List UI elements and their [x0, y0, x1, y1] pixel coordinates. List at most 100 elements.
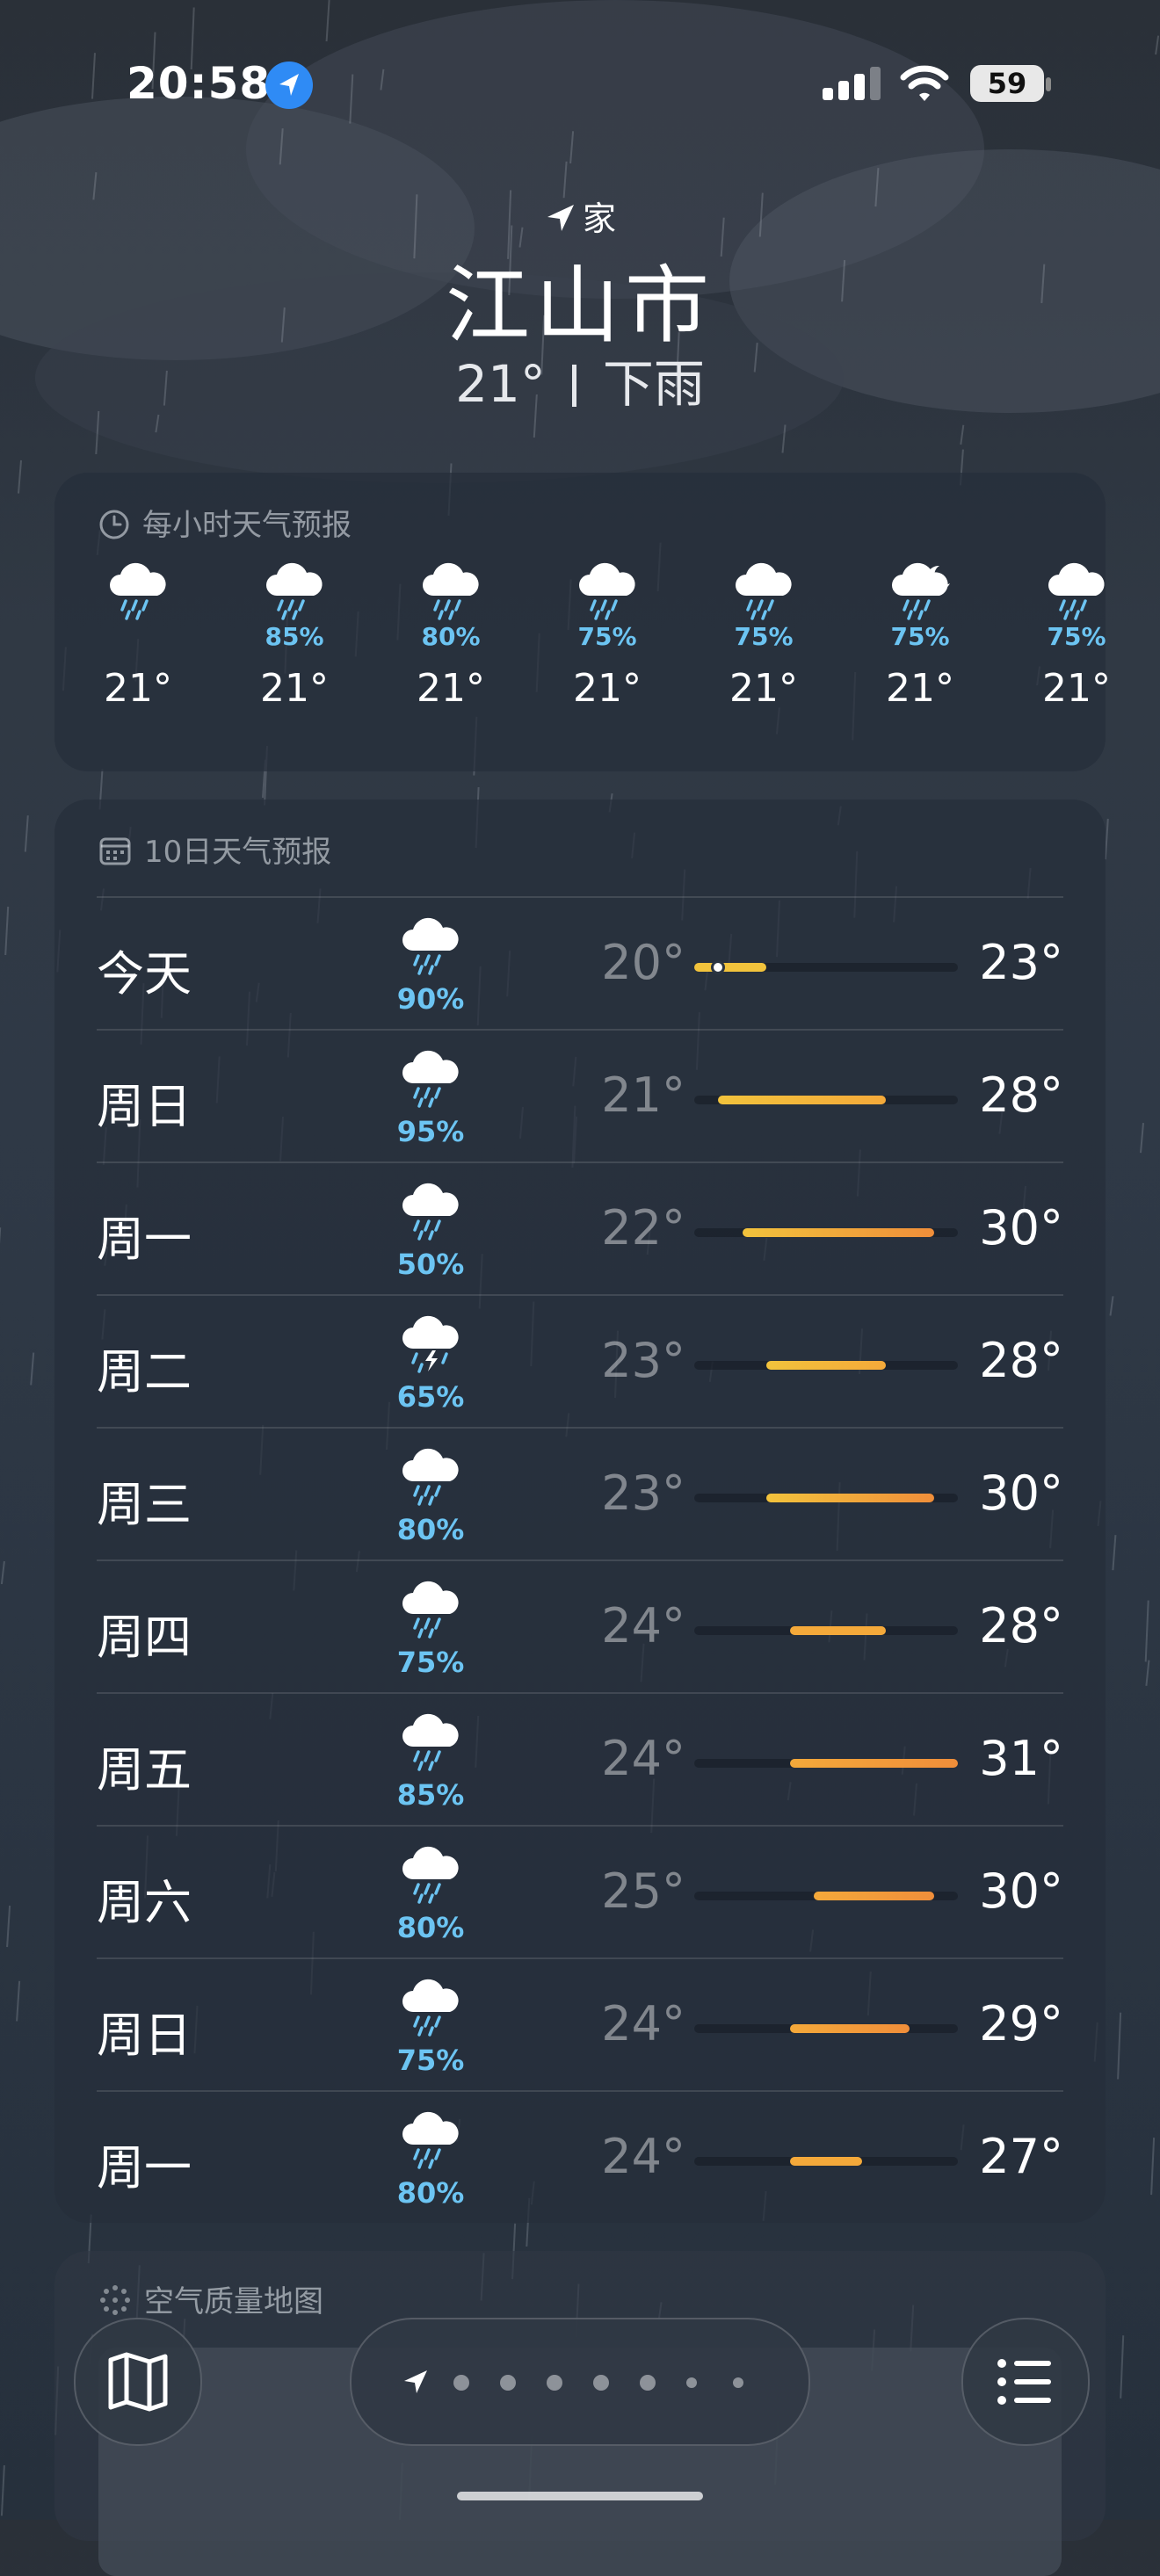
separator — [572, 365, 576, 407]
battery-indicator: 59 — [970, 65, 1044, 102]
hourly-forecast-card[interactable]: 每小时天气预报 21°85%21°80%21°75%21°75%21°75%21… — [54, 473, 1106, 771]
temp-range-bar — [814, 1892, 933, 1900]
temp-range-track — [694, 1494, 958, 1502]
day-low-temp: 24° — [554, 1731, 685, 1786]
day-precip: 65% — [360, 1380, 501, 1414]
temp-range-bar — [766, 1361, 886, 1370]
day-low-temp: 24° — [554, 1598, 685, 1653]
page-dot[interactable] — [500, 2375, 516, 2391]
cloud-rain-icon — [395, 1844, 466, 1906]
day-high-temp: 27° — [923, 2129, 1063, 2184]
temp-range-bar — [718, 1096, 886, 1104]
home-indicator — [457, 2492, 703, 2500]
day-low-temp: 24° — [554, 2129, 685, 2184]
day-low-temp: 21° — [554, 1067, 685, 1123]
daily-row[interactable]: 周二 65% 23° 28° — [97, 1294, 1063, 1429]
daily-row[interactable]: 周一50%22°30° — [97, 1161, 1063, 1296]
hourly-temp: 21° — [90, 666, 186, 711]
status-time: 20:58 — [127, 58, 271, 109]
day-high-temp: 30° — [923, 1863, 1063, 1919]
list-icon — [963, 2319, 1088, 2444]
air-quality-title: 空气质量地图 — [98, 2277, 323, 2320]
temp-range-track — [694, 1626, 958, 1635]
day-precip: 85% — [360, 1778, 501, 1812]
location-arrow-icon — [401, 2367, 431, 2397]
temp-range-bar — [790, 2157, 862, 2166]
daily-row[interactable]: 周四75%24°28° — [97, 1559, 1063, 1694]
page-dot[interactable] — [547, 2375, 562, 2391]
current-temperature: 21° — [455, 354, 546, 414]
cloud-rain-icon — [395, 1579, 466, 1640]
page-dot[interactable] — [733, 2377, 743, 2388]
day-label: 周三 — [97, 1465, 192, 1535]
page-dot[interactable] — [593, 2375, 609, 2391]
cloud-rain-icon — [395, 1711, 466, 1773]
page-dot[interactable] — [453, 2375, 469, 2391]
status-bar: 20:58 59 — [0, 51, 1160, 121]
temp-range-track — [694, 1361, 958, 1370]
daily-forecast-title: 10日天气预报 — [98, 828, 331, 871]
day-precip: 90% — [360, 982, 501, 1016]
daily-row[interactable]: 周五85%24°31° — [97, 1692, 1063, 1827]
city-name: 江山市 — [0, 237, 1160, 359]
page-dot[interactable] — [686, 2377, 697, 2388]
day-label: 周一 — [97, 2129, 192, 2198]
daily-row[interactable]: 今天90%20°23° — [97, 896, 1063, 1031]
temp-range-track — [694, 1892, 958, 1900]
daily-row[interactable]: 周日95%21°28° — [97, 1029, 1063, 1163]
daily-row[interactable]: 周六80%25°30° — [97, 1825, 1063, 1959]
battery-tip — [1046, 77, 1051, 91]
location-arrow-icon — [265, 62, 313, 109]
cloud-bolt-rain-icon — [395, 1313, 466, 1375]
temp-range-bar — [790, 2024, 910, 2033]
day-precip: 75% — [360, 2044, 501, 2077]
day-label: 周二 — [97, 1333, 192, 1402]
day-low-temp: 23° — [554, 1333, 685, 1388]
wifi-icon — [900, 63, 949, 104]
cloud-rain-icon — [395, 1446, 466, 1508]
map-button[interactable] — [74, 2318, 202, 2446]
daily-row[interactable]: 周一80%24°27° — [97, 2090, 1063, 2225]
current-temp-marker — [711, 960, 725, 974]
day-high-temp: 29° — [923, 1996, 1063, 2051]
hourly-temp: 21° — [872, 666, 968, 711]
hourly-forecast-title: 每小时天气预报 — [98, 501, 352, 544]
day-precip: 95% — [360, 1115, 501, 1148]
page-indicator[interactable] — [350, 2318, 810, 2446]
home-location-label: 家 — [0, 192, 1160, 240]
day-label: 周五 — [97, 1731, 192, 1800]
temp-range-track — [694, 1228, 958, 1237]
cloud-rain-icon — [395, 1048, 466, 1110]
day-low-temp: 23° — [554, 1465, 685, 1521]
day-label: 周日 — [97, 1996, 192, 2066]
hourly-temp: 21° — [402, 666, 499, 711]
daily-row[interactable]: 周三80%23°30° — [97, 1427, 1063, 1561]
clock-icon — [98, 509, 130, 540]
day-label: 周一 — [97, 1200, 192, 1270]
list-button[interactable] — [961, 2318, 1090, 2446]
page-dot[interactable] — [640, 2375, 656, 2391]
cloud-rain-icon — [259, 561, 330, 622]
current-condition: 下雨 — [603, 354, 705, 414]
day-precip: 80% — [360, 1513, 501, 1546]
cloud-rain-icon — [395, 2109, 466, 2171]
day-high-temp: 23° — [923, 935, 1063, 990]
temp-range-bar — [694, 963, 766, 972]
map-icon — [76, 2319, 200, 2444]
hourly-temp: 21° — [246, 666, 343, 711]
temp-range-bar — [766, 1494, 934, 1502]
day-high-temp: 28° — [923, 1333, 1063, 1388]
day-low-temp: 22° — [554, 1200, 685, 1255]
daily-forecast-card[interactable]: 10日天气预报 今天90%20°23°周日95%21°28°周一50%22°30… — [54, 800, 1106, 2223]
hourly-precip: 75% — [715, 622, 812, 651]
temp-range-bar — [743, 1228, 934, 1237]
day-low-temp: 25° — [554, 1863, 685, 1919]
day-label: 周日 — [97, 1067, 192, 1137]
temp-range-track — [694, 2157, 958, 2166]
day-label: 今天 — [97, 935, 192, 1004]
daily-title-text: 10日天气预报 — [144, 835, 331, 870]
daily-row[interactable]: 周日75%24°29° — [97, 1957, 1063, 2092]
day-precip: 75% — [360, 1646, 501, 1679]
battery-level: 59 — [970, 65, 1044, 102]
cloud-rain-icon — [1041, 561, 1112, 622]
